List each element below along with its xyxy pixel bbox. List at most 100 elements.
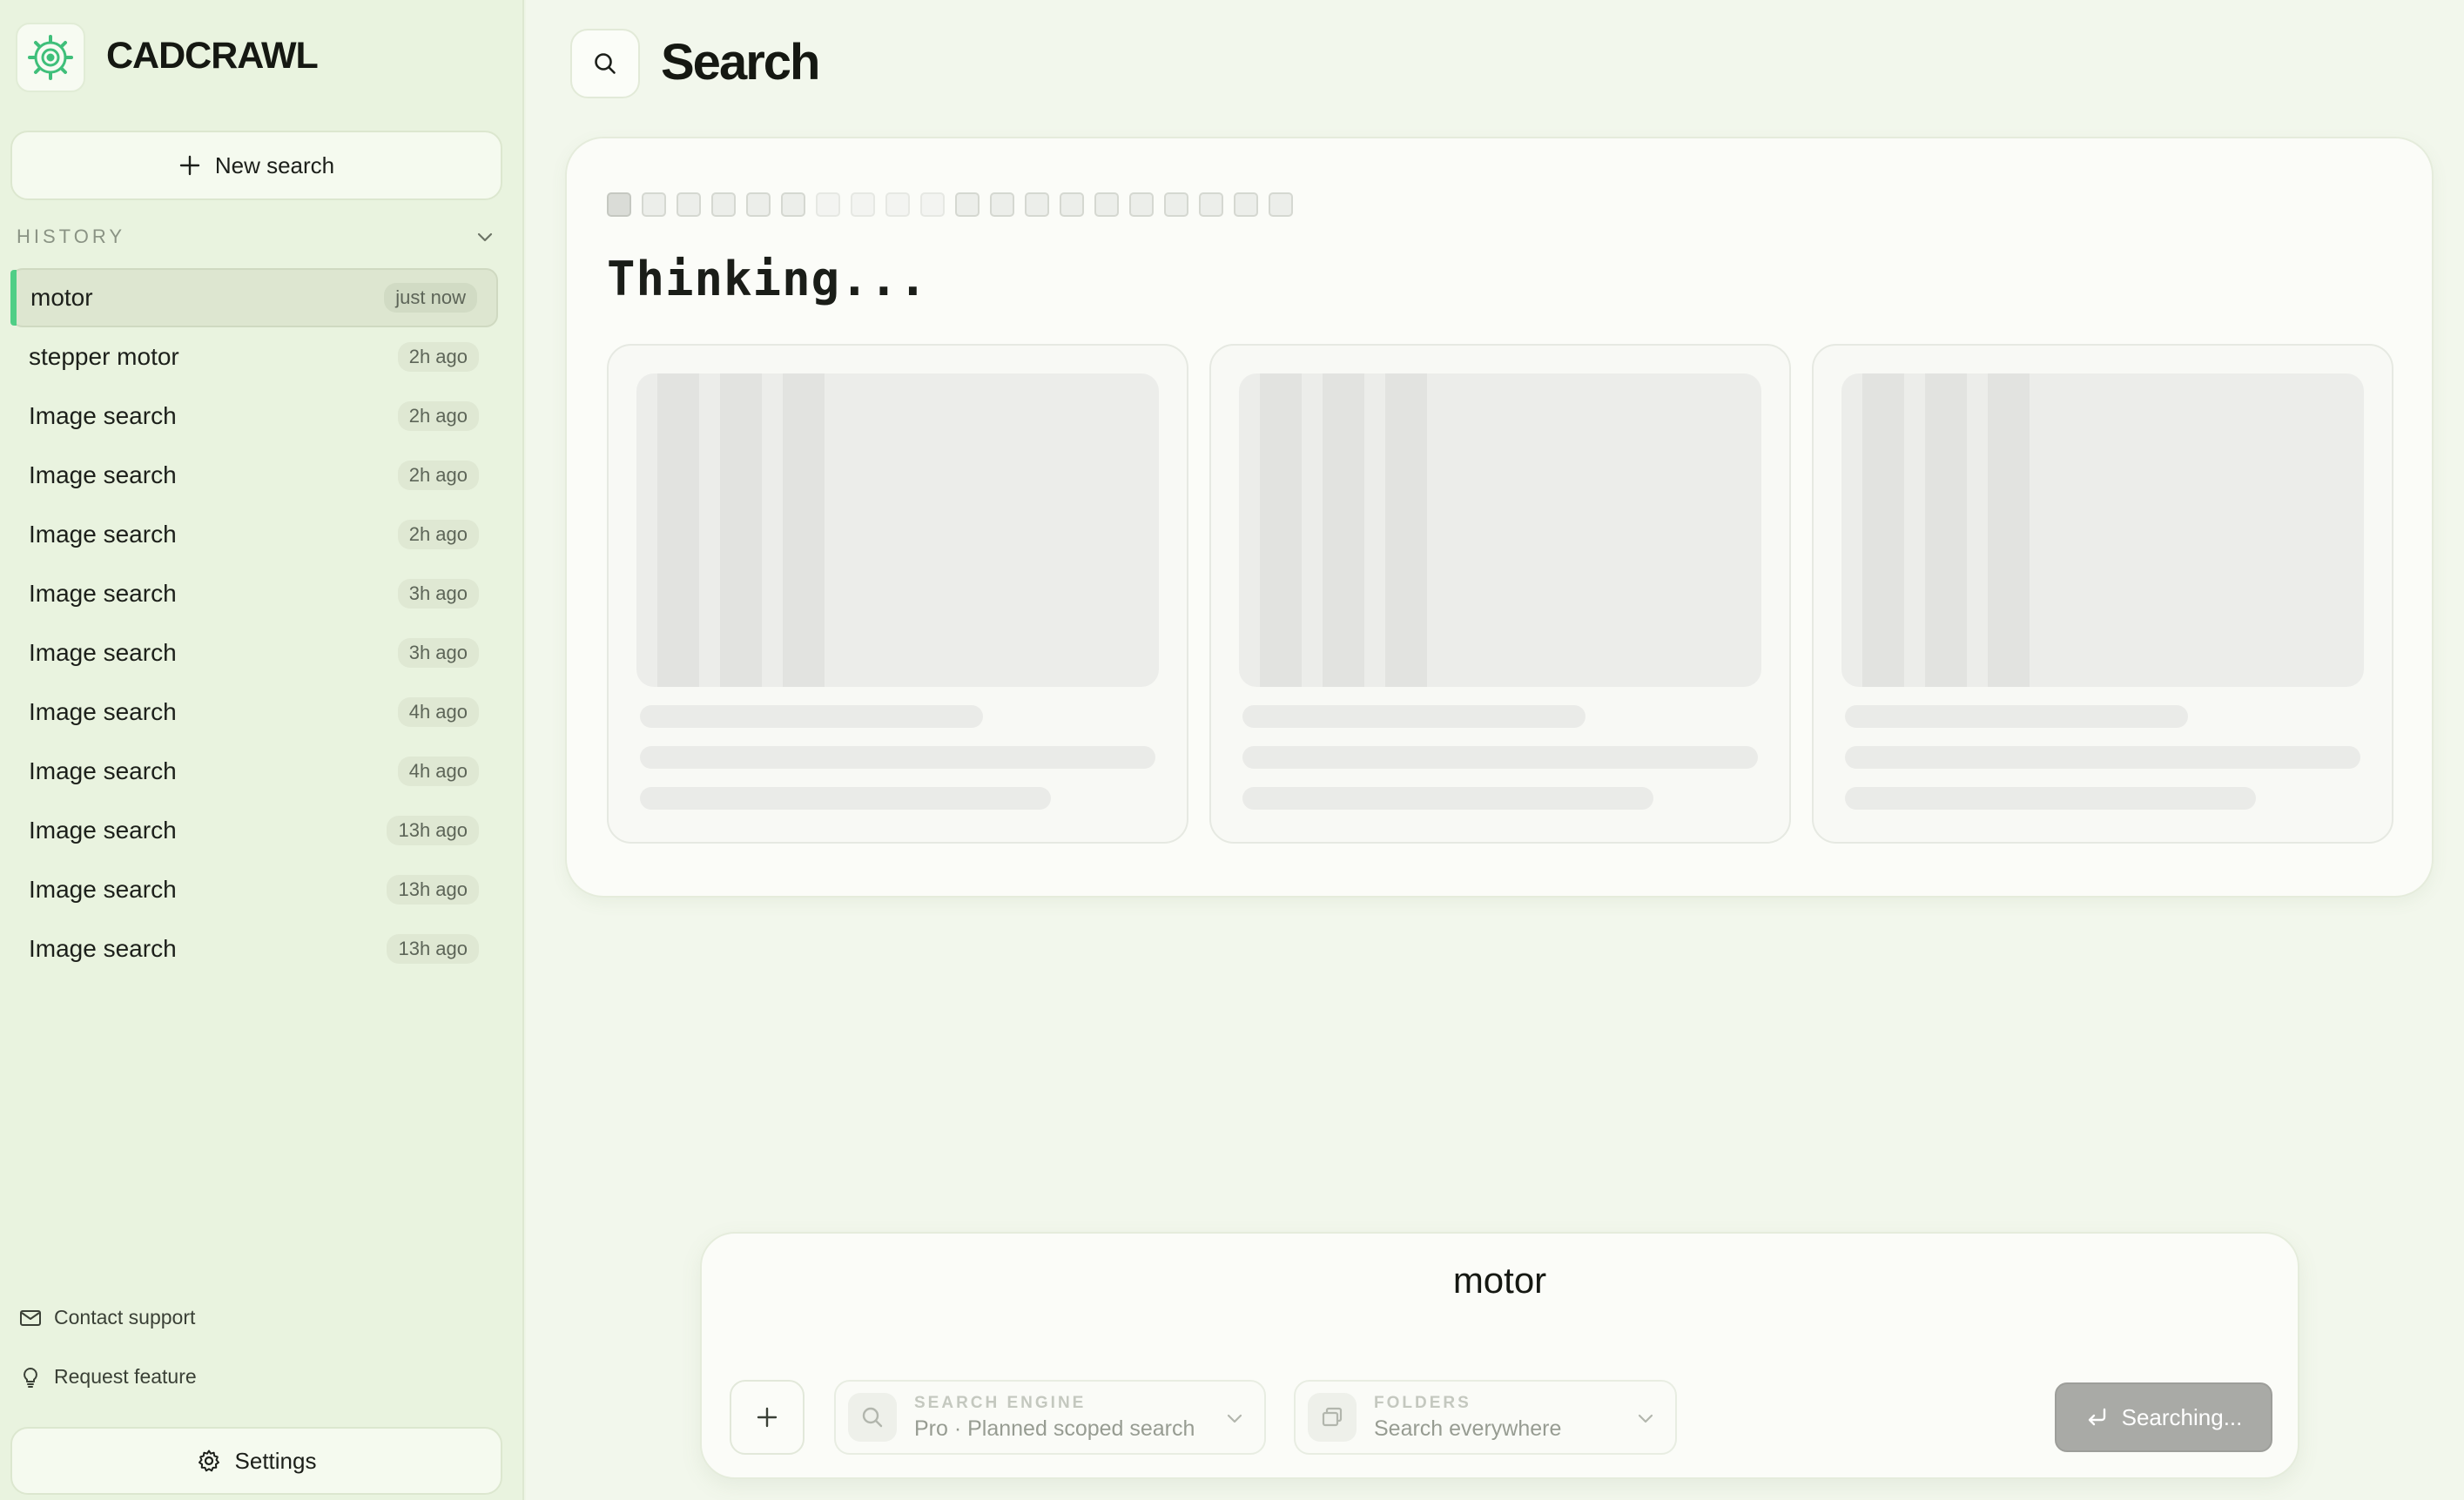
placeholder-card xyxy=(1812,344,2393,844)
history-item[interactable]: Image search 2h ago xyxy=(10,505,498,564)
searching-label: Searching... xyxy=(2121,1403,2243,1430)
search-icon xyxy=(862,1407,883,1428)
history-item[interactable]: Image search 13h ago xyxy=(10,801,498,860)
history-item[interactable]: Image search 4h ago xyxy=(10,683,498,742)
history-item-time: 13h ago xyxy=(387,875,479,905)
history-item[interactable]: stepper motor 2h ago xyxy=(10,327,498,387)
history-item[interactable]: motor just now xyxy=(10,268,498,327)
logo[interactable] xyxy=(16,23,85,92)
results-panel: Thinking... xyxy=(565,137,2434,898)
plus-icon xyxy=(757,1407,778,1428)
progress-square xyxy=(677,192,701,217)
lightbulb-icon xyxy=(24,1367,37,1388)
search-engine-label: SEARCH ENGINE xyxy=(914,1393,1087,1412)
progress-square xyxy=(1164,192,1188,217)
placeholder-line xyxy=(640,746,1155,769)
history-item-label: motor xyxy=(30,284,93,311)
history-item-time: 4h ago xyxy=(397,757,479,786)
progress-square xyxy=(955,192,980,217)
thinking-status: Thinking... xyxy=(607,252,928,306)
history-item-label: Image search xyxy=(29,817,177,844)
search-engine-value: Pro · Planned scoped search xyxy=(914,1416,1195,1441)
progress-square xyxy=(1269,192,1293,217)
page-title: Search xyxy=(661,34,820,91)
history-item-time: 3h ago xyxy=(397,579,479,609)
placeholder-image xyxy=(636,373,1159,687)
progress-square xyxy=(781,192,805,217)
searching-button[interactable]: Searching... xyxy=(2055,1382,2272,1452)
folders-icon xyxy=(1322,1407,1343,1427)
placeholder-image xyxy=(1239,373,1761,687)
search-composer: motor SEARCH ENGINE Pro · Planned scoped… xyxy=(700,1232,2299,1479)
history-item[interactable]: Image search 3h ago xyxy=(10,623,498,683)
history-item-label: Image search xyxy=(29,698,177,725)
placeholder-line xyxy=(1242,787,1653,810)
placeholder-line xyxy=(1845,705,2188,728)
search-icon xyxy=(595,53,616,74)
contact-support-link[interactable]: Contact support xyxy=(19,1306,195,1329)
placeholder-line xyxy=(1242,746,1758,769)
query-input[interactable]: motor xyxy=(702,1260,2298,1302)
progress-square xyxy=(990,192,1014,217)
history-item-label: Image search xyxy=(29,461,177,488)
settings-button[interactable]: Settings xyxy=(10,1427,502,1495)
plus-icon xyxy=(179,155,200,176)
history-item[interactable]: Image search 3h ago xyxy=(10,564,498,623)
progress-square xyxy=(642,192,666,217)
progress-square xyxy=(607,192,631,217)
enter-icon xyxy=(2088,1408,2105,1426)
history-item-label: Image search xyxy=(29,935,177,962)
history-item-label: Image search xyxy=(29,876,177,903)
history-item[interactable]: Image search 13h ago xyxy=(10,860,498,919)
history-item-label: Image search xyxy=(29,639,177,666)
new-search-button[interactable]: New search xyxy=(10,131,502,200)
search-title-button[interactable] xyxy=(570,29,640,98)
history-label: HISTORY xyxy=(17,225,125,247)
history-item-time: 2h ago xyxy=(397,520,479,549)
history-item-time: 13h ago xyxy=(387,816,479,845)
mail-icon xyxy=(20,1309,41,1326)
history-item-label: stepper motor xyxy=(29,343,179,370)
history-item[interactable]: Image search 2h ago xyxy=(10,446,498,505)
history-item[interactable]: Image search 2h ago xyxy=(10,387,498,446)
history-header[interactable]: HISTORY xyxy=(17,224,495,250)
history-item-time: just now xyxy=(384,283,477,313)
placeholder-line xyxy=(1845,746,2360,769)
contact-support-label: Contact support xyxy=(54,1306,196,1328)
progress-square xyxy=(1234,192,1258,217)
sidebar: CADCRAWL New search HISTORY motor just n… xyxy=(0,0,524,1500)
folders-label: FOLDERS xyxy=(1374,1393,1471,1412)
history-item[interactable]: Image search 4h ago xyxy=(10,742,498,801)
history-list: motor just now stepper motor 2h ago Imag… xyxy=(10,268,498,979)
folders-select[interactable]: FOLDERS Search everywhere xyxy=(1294,1380,1677,1455)
placeholder-line xyxy=(1242,705,1585,728)
history-item-label: Image search xyxy=(29,521,177,548)
placeholder-card-grid xyxy=(607,344,2393,844)
progress-square xyxy=(1094,192,1119,217)
placeholder-line xyxy=(1845,787,2256,810)
chevron-down-icon xyxy=(1638,1414,1653,1423)
placeholder-card xyxy=(1209,344,1791,844)
chevron-down-icon xyxy=(1227,1414,1242,1423)
progress-square xyxy=(885,192,910,217)
chevron-down-icon[interactable] xyxy=(475,226,495,247)
request-feature-label: Request feature xyxy=(54,1365,197,1388)
progress-square xyxy=(920,192,945,217)
folders-value: Search everywhere xyxy=(1374,1416,1562,1441)
history-item-time: 3h ago xyxy=(397,638,479,668)
attach-button[interactable] xyxy=(730,1380,805,1455)
progress-square xyxy=(1199,192,1223,217)
request-feature-link[interactable]: Request feature xyxy=(19,1365,197,1389)
settings-label: Settings xyxy=(234,1447,317,1474)
history-item-time: 2h ago xyxy=(397,461,479,490)
history-item[interactable]: Image search 13h ago xyxy=(10,919,498,979)
history-item-time: 2h ago xyxy=(397,401,479,431)
placeholder-line xyxy=(640,705,983,728)
history-item-label: Image search xyxy=(29,757,177,784)
placeholder-line xyxy=(640,787,1051,810)
search-engine-select[interactable]: SEARCH ENGINE Pro · Planned scoped searc… xyxy=(834,1380,1266,1455)
progress-square xyxy=(851,192,875,217)
progress-square xyxy=(1129,192,1154,217)
search-icon-wrap xyxy=(848,1393,897,1442)
gear-icon xyxy=(198,1450,219,1472)
